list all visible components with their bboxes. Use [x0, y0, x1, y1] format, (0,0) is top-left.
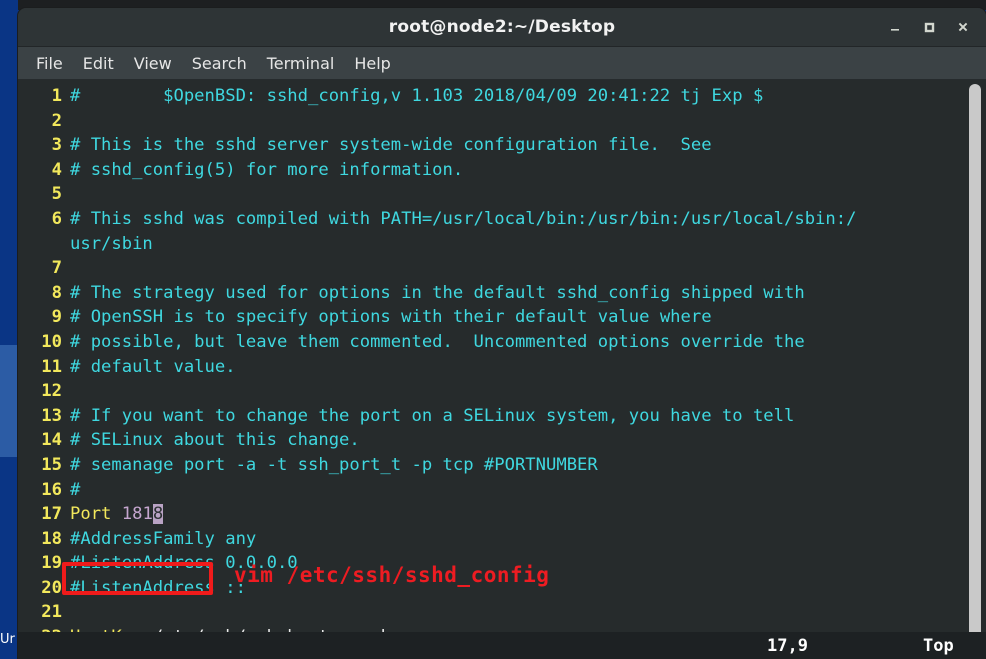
line-text: # If you want to change the port on a SE…: [70, 405, 795, 426]
line-text: # This sshd was compiled with PATH=/usr/…: [70, 208, 857, 229]
line-text: # possible, but leave them commented. Un…: [70, 331, 805, 352]
editor-line: 7: [18, 256, 964, 281]
menu-item-terminal[interactable]: Terminal: [257, 51, 345, 76]
line-text: #ListenAddress ::: [70, 577, 246, 598]
desktop-background: [0, 0, 18, 659]
editor-line: 10 # possible, but leave them commented. …: [18, 330, 964, 355]
line-number: 14: [41, 430, 62, 451]
menu-item-edit[interactable]: Edit: [73, 51, 124, 76]
editor-line: 17 Port 1818: [18, 502, 964, 527]
editor-line: 2: [18, 109, 964, 134]
line-text: #AddressFamily any: [70, 528, 257, 549]
editor-line: 11 # default value.: [18, 355, 964, 380]
line-number: 11: [41, 356, 62, 377]
line-text: # sshd_config(5) for more information.: [70, 159, 464, 180]
window-title: root@node2:~/Desktop: [388, 17, 616, 37]
editor-line: usr/sbin: [18, 232, 964, 257]
scrollbar-thumb[interactable]: [969, 84, 981, 640]
line-text: #: [70, 479, 81, 500]
line-text: # The strategy used for options in the d…: [70, 282, 805, 303]
line-number: 8: [51, 282, 62, 303]
editor-line: 18 #AddressFamily any: [18, 527, 964, 552]
line-text: # default value.: [70, 356, 236, 377]
screen: Ur root@node2:~/Desktop File Edit View S…: [0, 0, 986, 659]
editor-line: 6 # This sshd was compiled with PATH=/usr…: [18, 207, 964, 232]
menu-item-search[interactable]: Search: [182, 51, 257, 76]
line-number: 3: [51, 135, 62, 156]
editor-line: 4 # sshd_config(5) for more information.: [18, 158, 964, 183]
menu-item-view[interactable]: View: [124, 51, 182, 76]
close-icon[interactable]: [948, 12, 978, 42]
line-number: 15: [41, 454, 62, 475]
line-number: 7: [51, 258, 62, 279]
editor-line: 9 # OpenSSH is to specify options with th…: [18, 305, 964, 330]
line-number: 1: [51, 86, 62, 106]
line-number: 2: [51, 110, 62, 131]
line-number: 19: [41, 553, 62, 574]
editor-line: 1 # $OpenBSD: sshd_config,v 1.103 2018/04…: [18, 84, 964, 109]
line-number: 16: [41, 479, 62, 500]
line-number: 20: [41, 577, 62, 598]
terminal-body[interactable]: 1 # $OpenBSD: sshd_config,v 1.103 2018/04…: [18, 80, 986, 659]
editor-line: 8 # The strategy used for options in the …: [18, 281, 964, 306]
line-number: 5: [51, 184, 62, 205]
minimize-icon[interactable]: [880, 12, 910, 42]
line-number: 4: [51, 159, 62, 180]
line-number: 6: [51, 208, 62, 229]
wrapped-line-text: usr/sbin: [70, 233, 153, 254]
editor-line: 13 # If you want to change the port on a …: [18, 404, 964, 429]
editor-line: 3 # This is the sshd server system-wide c…: [18, 133, 964, 158]
menu-item-file[interactable]: File: [26, 51, 73, 76]
line-number: 18: [41, 528, 62, 549]
line-text: # OpenSSH is to specify options with the…: [70, 307, 712, 328]
menu-item-help[interactable]: Help: [344, 51, 400, 76]
line-text: # This is the sshd server system-wide co…: [70, 135, 712, 156]
line-number: 9: [51, 307, 62, 328]
window-titlebar[interactable]: root@node2:~/Desktop: [18, 8, 986, 47]
maximize-icon[interactable]: [914, 12, 944, 42]
terminal-window: root@node2:~/Desktop File Edit View Sear…: [18, 8, 986, 659]
scrollbar-track[interactable]: [964, 80, 986, 659]
desktop-selection-region: [0, 345, 18, 457]
editor-line: 14 # SELinux about this change.: [18, 428, 964, 453]
editor-line: 15 # semanage port -a -t ssh_port_t -p tc…: [18, 453, 964, 478]
editor-line: 5: [18, 182, 964, 207]
menubar: File Edit View Search Terminal Help: [18, 47, 986, 80]
editor-line: 16 #: [18, 478, 964, 503]
scroll-indicator: Top: [923, 636, 954, 656]
window-controls: [880, 8, 978, 46]
config-key: Port: [70, 504, 112, 525]
config-value: 181: [121, 504, 153, 525]
line-number: 17: [41, 504, 62, 525]
cursor-position: 17,9: [767, 636, 808, 656]
line-text: # $OpenBSD: sshd_config,v 1.103 2018/04/…: [70, 86, 764, 106]
line-number: 21: [41, 602, 62, 623]
editor-line: 12: [18, 379, 964, 404]
editor-line: 21: [18, 600, 964, 625]
text-cursor: 8: [152, 504, 164, 525]
line-number: 12: [41, 381, 62, 402]
line-number: 13: [41, 405, 62, 426]
vim-statusline: 17,9 Top: [18, 632, 986, 659]
line-text: # SELinux about this change.: [70, 430, 360, 451]
annotation-command-text: vim /etc/ssh/sshd_config: [234, 563, 550, 587]
line-number: 10: [41, 331, 62, 352]
line-text: # semanage port -a -t ssh_port_t -p tcp …: [70, 454, 598, 475]
desktop-icon-label: Ur: [0, 632, 15, 647]
